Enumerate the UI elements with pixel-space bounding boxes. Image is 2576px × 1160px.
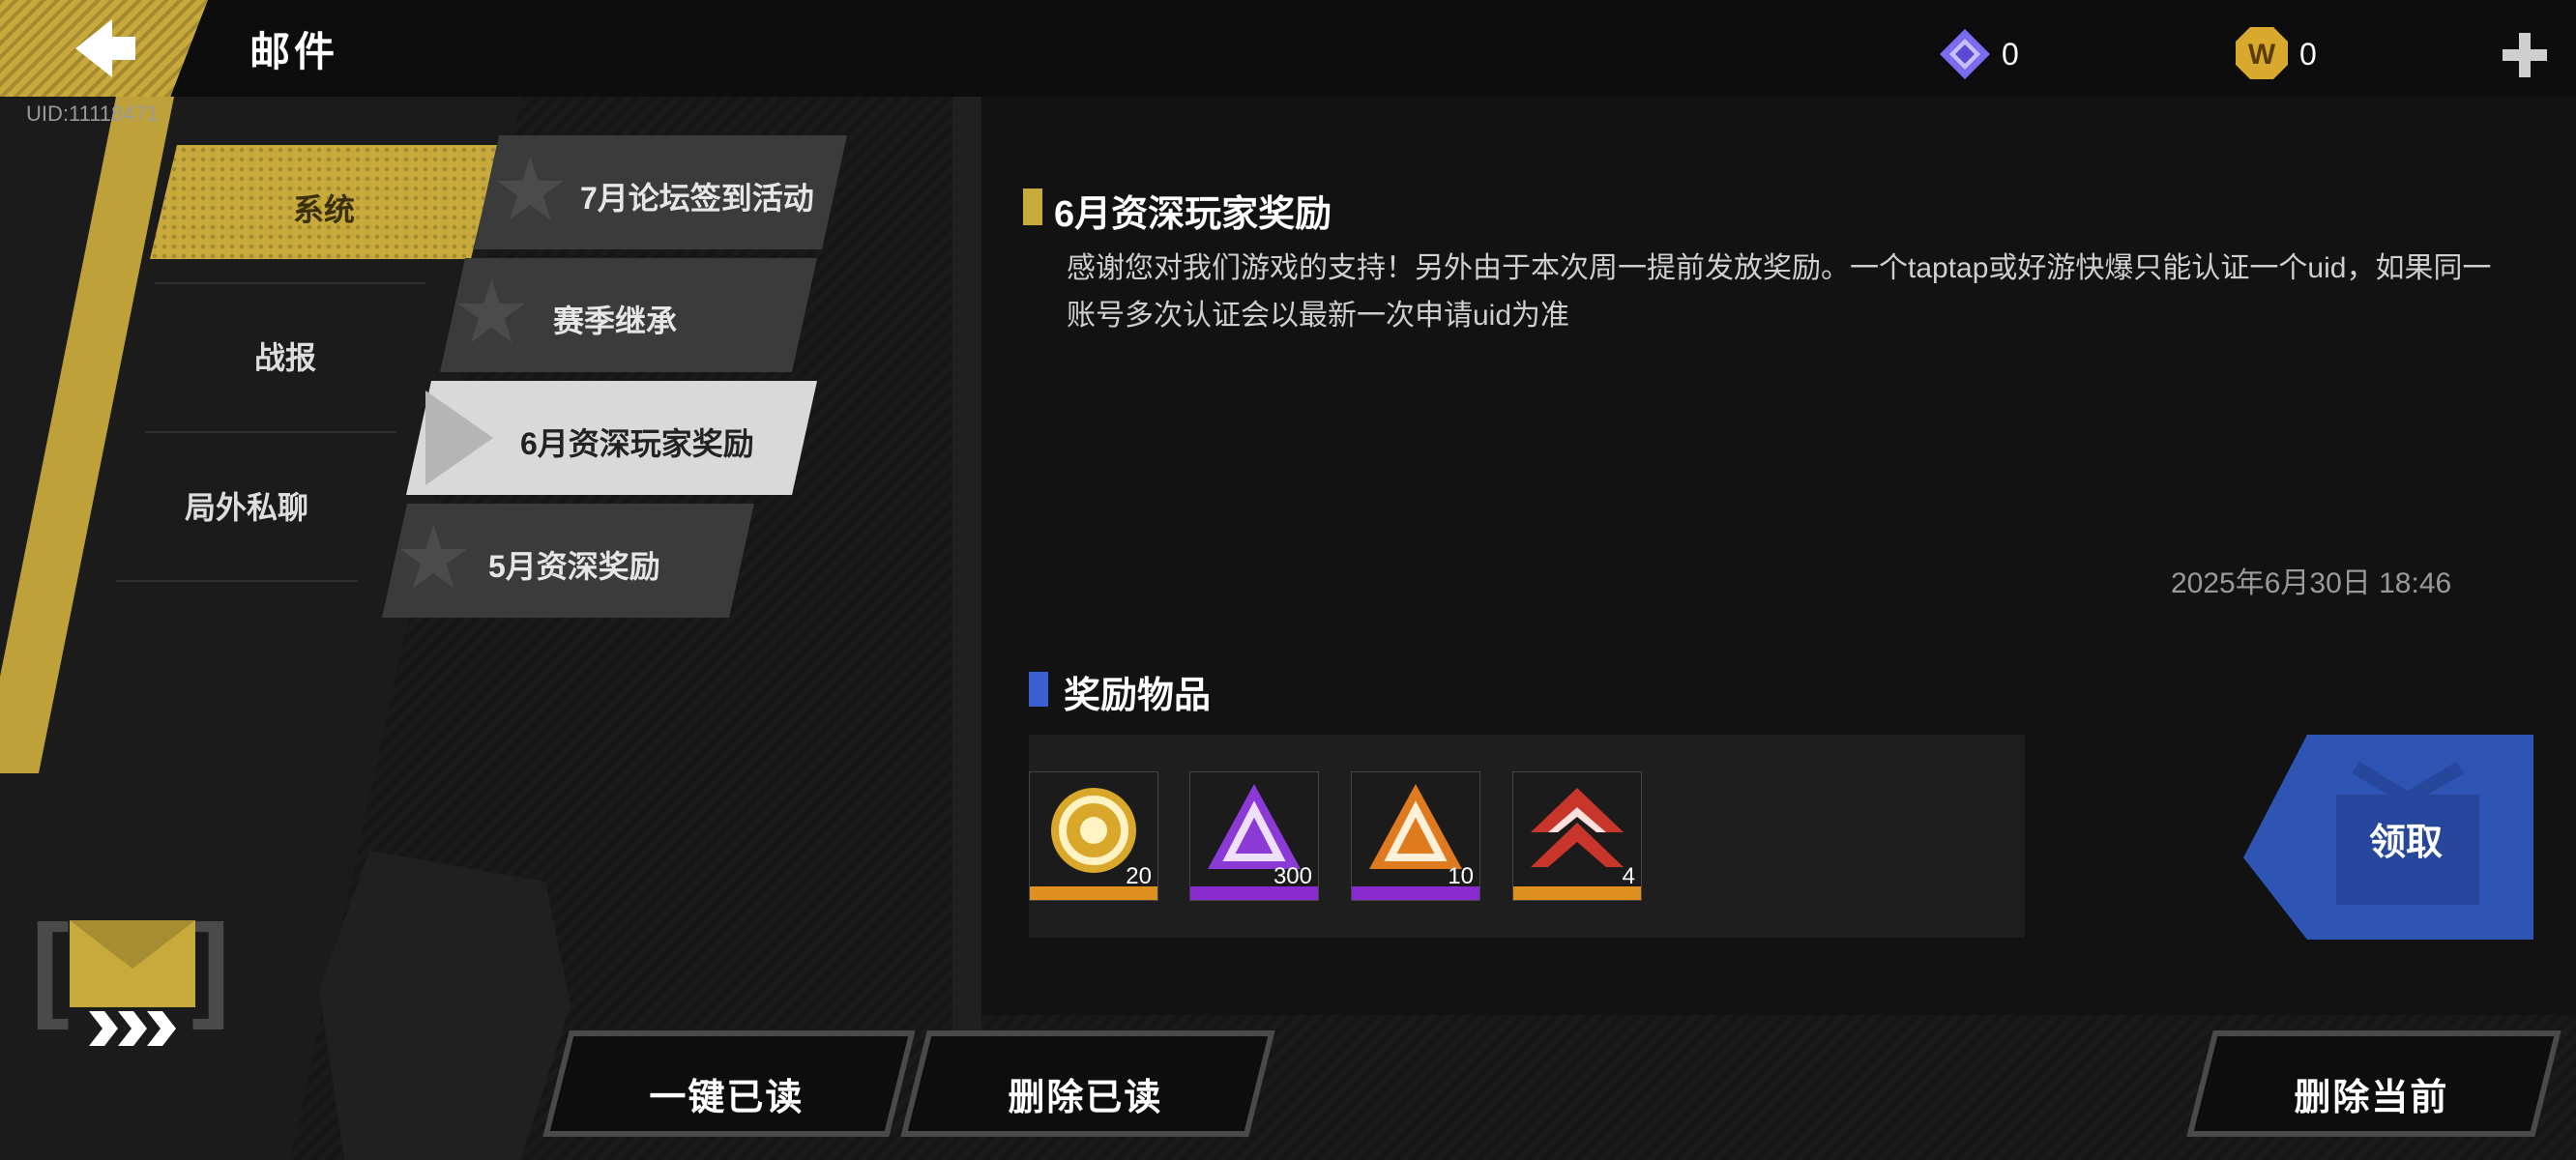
reward-accent-bar	[1029, 672, 1048, 707]
page-title: 邮件	[249, 29, 339, 74]
selected-arrow-icon	[425, 391, 493, 485]
reward-count: 20	[1126, 863, 1152, 889]
read-all-label: 一键已读	[649, 1078, 805, 1118]
top-bar	[0, 0, 2576, 97]
red-chevron-icon	[1531, 788, 1624, 867]
mail-item-label: 7月论坛签到活动	[580, 181, 814, 216]
reward-item[interactable]: 20	[1029, 771, 1158, 901]
mail-item-label: 6月资深玩家奖励	[520, 426, 754, 461]
back-arrow-icon[interactable]	[68, 15, 137, 81]
claim-label: 领取	[2369, 823, 2444, 863]
content-separator	[952, 97, 981, 1063]
reward-section-title: 奖励物品	[1064, 676, 1212, 716]
mail-date: 2025年6月30日 18:46	[2171, 567, 2452, 599]
chevrons-icon	[89, 1011, 176, 1046]
delete-read-button[interactable]: 删除已读	[900, 1030, 1275, 1137]
bracket-right: ]	[191, 901, 230, 1030]
category-private-chat[interactable]: 局外私聊	[145, 483, 348, 528]
plus-icon[interactable]	[2501, 31, 2549, 79]
coin-currency-value: 0	[2299, 37, 2317, 72]
reward-item[interactable]: 10	[1351, 771, 1480, 901]
coin-currency-icon: W	[2236, 27, 2288, 79]
delete-read-label: 删除已读	[1008, 1078, 1163, 1118]
fist-decoration	[319, 851, 571, 1160]
star-icon: ★	[491, 142, 570, 239]
reward-item[interactable]: 300	[1189, 771, 1319, 901]
mail-item-label: 5月资深奖励	[488, 549, 660, 584]
reward-count: 4	[1622, 863, 1635, 889]
gem-currency-icon	[1940, 29, 1990, 79]
reward-count: 300	[1273, 863, 1312, 889]
delete-current-button[interactable]: 删除当前	[2186, 1030, 2561, 1137]
mail-body: 感谢您对我们游戏的支持！另外由于本次周一提前发放奖励。一个taptap或好游快爆…	[1067, 252, 2492, 332]
uid-label: UID:11118471	[26, 102, 159, 126]
category-battle-report[interactable]: 战报	[184, 334, 387, 378]
category-label-system: 系统	[292, 192, 355, 227]
mail-title: 6月资深玩家奖励	[1054, 194, 1332, 235]
delete-current-label: 删除当前	[2294, 1078, 2449, 1118]
read-all-button[interactable]: 一键已读	[542, 1030, 916, 1137]
star-icon: ★	[395, 510, 473, 607]
category-divider	[155, 282, 425, 284]
bracket-left: [	[31, 901, 70, 1030]
mail-item-label: 赛季继承	[553, 304, 678, 338]
title-accent-bar	[1023, 188, 1042, 225]
svg-text:W: W	[2248, 39, 2276, 71]
star-icon: ★	[453, 265, 531, 362]
category-divider	[145, 431, 396, 433]
category-divider	[116, 580, 358, 582]
gem-currency-value: 0	[2002, 37, 2019, 72]
orange-triangle-icon	[1369, 784, 1462, 869]
purple-triangle-icon	[1208, 784, 1301, 869]
reward-count: 10	[1448, 863, 1474, 889]
reward-item[interactable]: 4	[1512, 771, 1642, 901]
